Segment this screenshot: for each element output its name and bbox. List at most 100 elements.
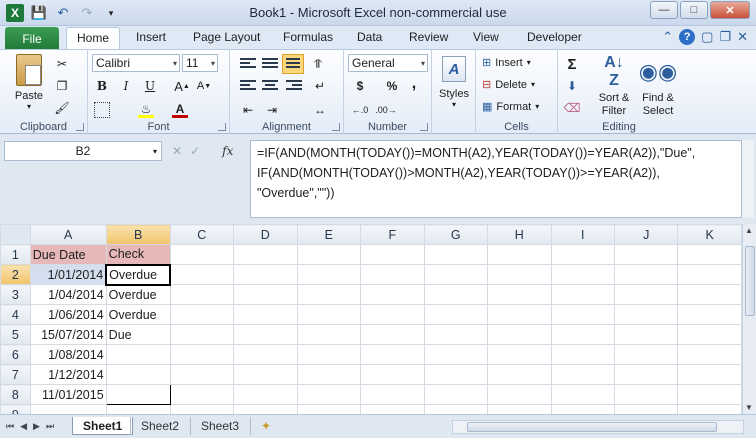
column-header-f[interactable]: F xyxy=(360,224,425,245)
cell-a6[interactable]: 1/08/2014 xyxy=(29,344,107,365)
vertical-scroll-thumb[interactable] xyxy=(745,246,755,316)
cell[interactable] xyxy=(169,364,235,385)
sheet-tab-sheet1[interactable]: Sheet1 xyxy=(72,417,134,435)
percent-button[interactable]: % xyxy=(384,78,400,94)
cell[interactable] xyxy=(613,284,679,305)
cell[interactable] xyxy=(360,244,425,265)
last-sheet-icon[interactable]: ⏭ xyxy=(46,421,54,432)
horizontal-scrollbar[interactable] xyxy=(452,420,744,434)
row-header[interactable]: 7 xyxy=(0,364,31,385)
tab-home[interactable]: Home xyxy=(66,27,121,51)
cell-b3[interactable]: Overdue xyxy=(105,284,171,305)
sort-filter-button[interactable]: A↓ Z Sort & Filter xyxy=(594,54,634,118)
cell[interactable] xyxy=(487,304,552,325)
cell[interactable] xyxy=(233,364,298,385)
cell[interactable] xyxy=(169,244,235,265)
cell[interactable] xyxy=(296,344,362,365)
cell[interactable] xyxy=(487,264,552,285)
column-header-b[interactable]: B xyxy=(105,224,171,245)
cell[interactable] xyxy=(487,284,552,305)
styles-button[interactable]: A Styles ▾ xyxy=(438,56,470,109)
align-center-icon[interactable] xyxy=(262,80,278,94)
cell[interactable] xyxy=(360,284,425,305)
tab-file[interactable]: File xyxy=(5,27,59,50)
cut-icon[interactable]: ✂ xyxy=(54,56,70,72)
cell[interactable] xyxy=(423,304,489,325)
tab-review[interactable]: Review xyxy=(409,30,448,44)
vertical-scrollbar[interactable]: ▲ ▼ xyxy=(742,224,756,414)
cell[interactable] xyxy=(169,344,235,365)
paste-button[interactable]: Paste ▾ xyxy=(12,54,46,111)
formula-scrollbar[interactable] xyxy=(742,140,754,218)
cell[interactable] xyxy=(169,304,235,325)
cell[interactable] xyxy=(29,404,107,414)
cell[interactable] xyxy=(677,344,742,365)
cell[interactable] xyxy=(423,244,489,265)
row-header[interactable]: 1 xyxy=(0,244,31,265)
italic-button[interactable]: I xyxy=(118,78,134,94)
cell-b1[interactable]: Check xyxy=(105,244,171,265)
tab-page-layout[interactable]: Page Layout xyxy=(193,30,260,44)
cell[interactable] xyxy=(613,324,679,345)
borders-icon[interactable] xyxy=(94,102,110,118)
cell[interactable] xyxy=(677,364,742,385)
cell[interactable] xyxy=(550,364,615,385)
cell[interactable] xyxy=(550,284,615,305)
insert-cells-button[interactable]: ⊞ Insert ▾ xyxy=(482,56,531,70)
cell[interactable] xyxy=(613,244,679,265)
cell-b4[interactable]: Overdue xyxy=(105,304,171,325)
insert-function-icon[interactable]: fx xyxy=(222,144,233,158)
cell[interactable] xyxy=(296,284,362,305)
tab-formulas[interactable]: Formulas xyxy=(283,30,333,44)
cell[interactable] xyxy=(169,384,235,405)
cell[interactable] xyxy=(423,264,489,285)
cell[interactable] xyxy=(296,244,362,265)
cell[interactable] xyxy=(423,284,489,305)
cell[interactable] xyxy=(169,324,235,345)
cell-b8[interactable] xyxy=(105,384,171,405)
cell[interactable] xyxy=(360,264,425,285)
align-left-icon[interactable] xyxy=(240,80,256,94)
cell[interactable] xyxy=(613,404,679,414)
restore-window-icon[interactable]: ▢ xyxy=(701,29,713,45)
window-close-icon[interactable]: ✕ xyxy=(737,29,748,45)
cell-b5[interactable]: Due xyxy=(105,324,171,345)
increase-decimal-icon[interactable]: ←.0 xyxy=(352,102,369,118)
alignment-launcher-icon[interactable] xyxy=(332,123,340,131)
next-sheet-icon[interactable]: ▶ xyxy=(33,421,40,432)
cell[interactable] xyxy=(360,384,425,405)
cell[interactable] xyxy=(487,364,552,385)
font-size-combo[interactable]: 11 ▾ xyxy=(182,54,218,72)
cell[interactable] xyxy=(169,404,235,414)
cell-a8[interactable]: 11/01/2015 xyxy=(29,384,107,405)
bold-button[interactable]: B xyxy=(94,78,110,94)
cell[interactable] xyxy=(677,324,742,345)
cell[interactable] xyxy=(233,324,298,345)
cell[interactable] xyxy=(550,304,615,325)
cell[interactable] xyxy=(233,244,298,265)
enter-entry-icon[interactable]: ✓ xyxy=(190,144,200,158)
cell[interactable] xyxy=(296,364,362,385)
sheet-tab-sheet2[interactable]: Sheet2 xyxy=(130,417,189,435)
sheet-tab-sheet3[interactable]: Sheet3 xyxy=(190,417,249,435)
column-header-h[interactable]: H xyxy=(487,224,552,245)
increase-indent-icon[interactable]: ⇥ xyxy=(264,102,280,118)
cell-a5[interactable]: 15/07/2014 xyxy=(29,324,107,345)
scroll-up-icon[interactable]: ▲ xyxy=(745,226,753,235)
shrink-font-icon[interactable]: A ▼ xyxy=(196,78,212,94)
column-header-d[interactable]: D xyxy=(233,224,298,245)
row-header[interactable]: 5 xyxy=(0,324,31,345)
currency-button[interactable]: $ xyxy=(352,78,368,94)
cell[interactable] xyxy=(233,264,298,285)
row-header[interactable]: 6 xyxy=(0,344,31,365)
cell[interactable] xyxy=(360,304,425,325)
clipboard-launcher-icon[interactable] xyxy=(76,123,84,131)
cell[interactable] xyxy=(360,404,425,414)
cell[interactable] xyxy=(487,244,552,265)
cell[interactable] xyxy=(169,264,235,285)
cell[interactable] xyxy=(296,384,362,405)
cell[interactable] xyxy=(296,324,362,345)
align-top-icon[interactable] xyxy=(240,58,256,72)
font-name-combo[interactable]: Calibri ▾ xyxy=(92,54,180,72)
cell[interactable] xyxy=(677,404,742,414)
